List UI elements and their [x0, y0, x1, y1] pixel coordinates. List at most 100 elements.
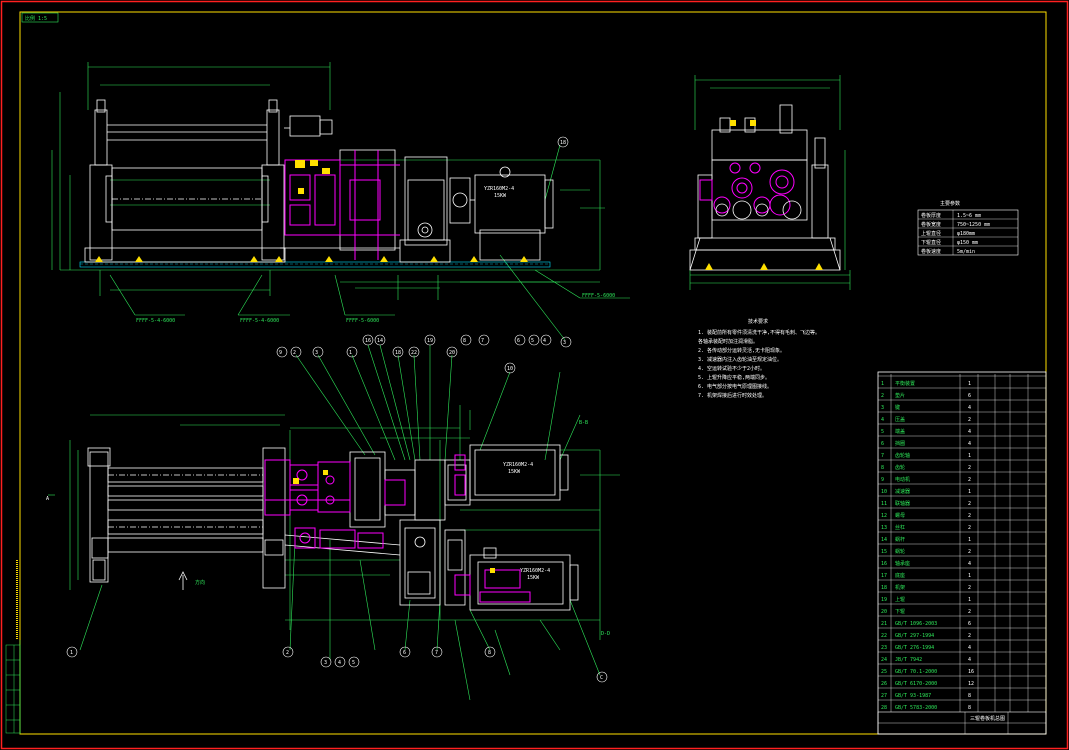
motor-plan-sub: 15KW [508, 469, 521, 475]
part-number: 9 [881, 477, 884, 483]
part-qty: 4 [968, 429, 971, 435]
part-name: 联轴器 [895, 500, 910, 507]
part-qty: 4 [968, 645, 971, 651]
svg-text:B-B: B-B [579, 420, 588, 426]
corner-tag: 比例 1:5 [25, 15, 47, 22]
arrow-label: 方向 [195, 579, 205, 586]
part-number: 3 [881, 405, 884, 411]
part-qty: 1 [968, 537, 971, 543]
part-qty: 12 [968, 681, 974, 687]
part-name: GB/T 5783-2000 [895, 705, 937, 711]
part-name: 压盖 [895, 416, 905, 423]
part-number: 1 [881, 381, 884, 387]
part-number: 4 [881, 417, 884, 423]
part-name: 键 [895, 404, 900, 411]
part-name: 下辊 [895, 608, 905, 615]
tech-note-line: 4. 空运转试验不少于2小时。 [698, 365, 765, 372]
svg-text:FFFF-5-4-6000: FFFF-5-4-6000 [240, 318, 279, 324]
part-number: 28 [881, 705, 887, 711]
balloon-number: 4 [338, 660, 341, 666]
part-number: 26 [881, 681, 887, 687]
part-name: 底座 [895, 572, 905, 579]
part-qty: 4 [968, 561, 971, 567]
balloon-number: 4 [543, 338, 546, 344]
part-qty: 2 [968, 549, 971, 555]
part-number: 20 [881, 609, 887, 615]
part-number: 13 [881, 525, 887, 531]
part-qty: 2 [968, 513, 971, 519]
part-number: 23 [881, 645, 887, 651]
parts-list: 28 GB/T 5783-2000 827 GB/T 93-1987 826 GB/T 6… [877, 371, 1047, 735]
balloon-number: 6 [517, 338, 520, 344]
part-name: GB/T 93-1987 [895, 693, 931, 699]
part-qty: 4 [968, 441, 971, 447]
part-number: 7 [881, 453, 884, 459]
part-qty: 8 [968, 693, 971, 699]
tech-note-line: 3. 减速器内注入齿轮油至规定油位。 [698, 356, 782, 363]
spec-title: 主要参数 [940, 200, 960, 207]
part-number: 11 [881, 501, 887, 507]
balloon-number: 3 [563, 340, 566, 346]
part-qty: 2 [968, 417, 971, 423]
part-qty: 6 [968, 621, 971, 627]
part-qty: 2 [968, 585, 971, 591]
tech-note-line: 1. 装配前所有零件须清洗干净,不得有毛刺、飞边等。 [698, 329, 820, 336]
part-qty: 1 [968, 381, 971, 387]
part-name: 机架 [895, 584, 905, 591]
balloon-number: 2 [286, 650, 289, 656]
balloon-number: 16 [365, 338, 371, 344]
balloon-number: 2 [293, 350, 296, 356]
svg-text:A: A [46, 496, 49, 502]
cad-drawing-sheet: 比例 1:5 YZR160M2-4 15KW FFFF-5-4-6000 FFF… [0, 0, 1069, 750]
motor-top-sub: 15KW [494, 193, 507, 199]
tech-note-line: 2. 各传动部分运转灵活,无卡阻现象。 [698, 347, 785, 354]
part-number: 14 [881, 537, 887, 543]
balloon-number: 9 [279, 350, 282, 356]
spec-value: 1.5~6 mm [957, 213, 981, 219]
tech-notes: 技术要求 1. 装配前所有零件须清洗干净,不得有毛刺、飞边等。 各轴承装配时加注… [698, 318, 820, 399]
part-qty: 1 [968, 453, 971, 459]
part-name: 电动机 [895, 476, 910, 483]
part-qty: 2 [968, 633, 971, 639]
tech-notes-title: 技术要求 [748, 318, 768, 325]
part-number: 16 [881, 561, 887, 567]
part-name: 齿轮轴 [895, 452, 910, 459]
part-number: 8 [881, 465, 884, 471]
balloon-number: 18 [560, 140, 566, 146]
part-name: 减速器 [895, 488, 910, 495]
svg-text:FFFF-5-6000: FFFF-5-6000 [346, 318, 379, 324]
drawing-canvas: 比例 1:5 YZR160M2-4 15KW FFFF-5-4-6000 FFF… [0, 0, 1069, 750]
part-number: 27 [881, 693, 887, 699]
balloon-number: 18 [395, 350, 401, 356]
balloon-number: 10 [507, 366, 513, 372]
part-name: GB/T 6170-2000 [895, 681, 937, 687]
part-name: JB/T 7942 [895, 657, 922, 663]
part-name: 蜗轮 [895, 548, 905, 555]
part-number: 6 [881, 441, 884, 447]
part-number: 5 [881, 429, 884, 435]
part-qty: 1 [968, 573, 971, 579]
spec-value: φ180mm [957, 231, 975, 237]
part-number: 18 [881, 585, 887, 591]
spec-key: 上辊直径 [921, 230, 941, 237]
balloon-number: 19 [427, 338, 433, 344]
balloon-number: 20 [449, 350, 455, 356]
part-qty: 2 [968, 501, 971, 507]
part-number: 10 [881, 489, 887, 495]
part-name: 挡圈 [895, 440, 905, 447]
part-qty: 2 [968, 609, 971, 615]
part-qty: 2 [968, 465, 971, 471]
part-qty: 16 [968, 669, 974, 675]
spec-key: 卷板速度 [921, 248, 941, 255]
balloon-number: 5 [352, 660, 355, 666]
part-name: 上辊 [895, 596, 905, 603]
part-qty: 2 [968, 525, 971, 531]
part-number: 17 [881, 573, 887, 579]
balloon-number: 3 [324, 660, 327, 666]
spec-value: 5m/min [957, 249, 975, 255]
tech-note-line: 6. 电气部分按电气原理图接线。 [698, 383, 772, 390]
spec-key: 卷板厚度 [921, 212, 941, 219]
svg-text:FFFF-5-6000: FFFF-5-6000 [582, 293, 615, 299]
balloon-number: 22 [411, 350, 417, 356]
tech-note-line: 7. 机架焊接后进行时效处理。 [698, 392, 767, 399]
